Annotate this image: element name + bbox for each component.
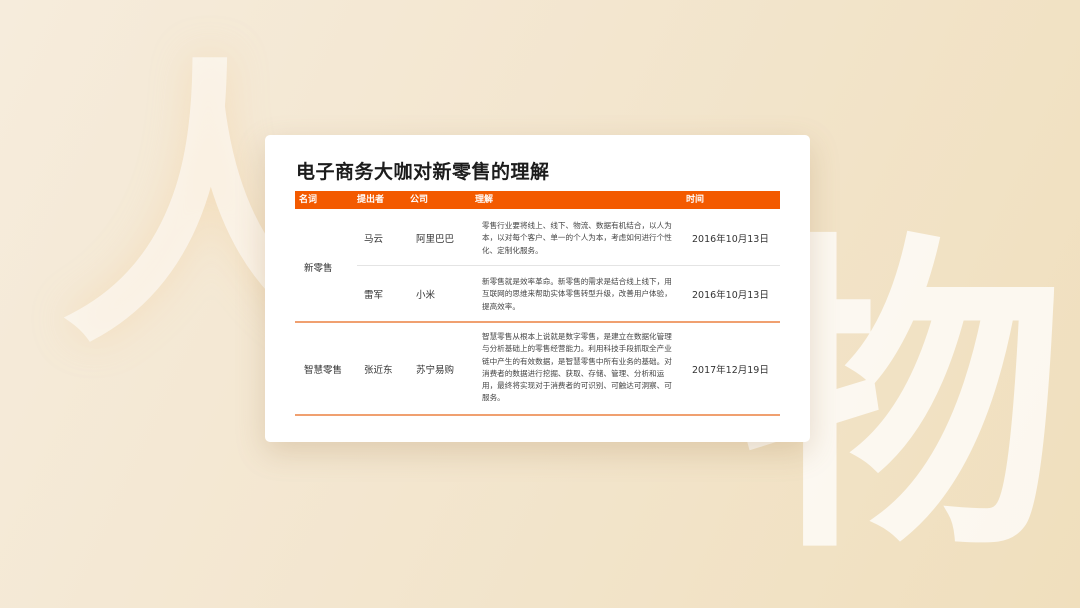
- header-time: 时间: [686, 195, 705, 205]
- table-header-row: 名词 提出者 公司 理解 时间: [295, 191, 780, 209]
- company-cell: 阿里巴巴: [416, 234, 455, 245]
- table-bottom-border: [295, 414, 780, 416]
- understanding-cell: 零售行业要将线上、线下、物流、数据有机结合，以人为本，以对每个客户、单一的个人为…: [482, 221, 672, 255]
- proposer-cell: 雷军: [364, 290, 384, 301]
- company-cell: 苏宁易购: [416, 365, 455, 376]
- term-cell: 新零售: [304, 263, 333, 274]
- proposer-cell: 马云: [364, 234, 384, 245]
- understanding-cell: 新零售就是效率革命。新零售的需求是结合线上线下，用互联网的思维来帮助实体零售转型…: [482, 277, 672, 311]
- header-proposer: 提出者: [357, 195, 385, 205]
- time-cell: 2017年12月19日: [692, 365, 769, 376]
- header-understanding: 理解: [475, 195, 494, 205]
- group-divider: [295, 321, 780, 323]
- header-term: 名词: [299, 195, 318, 205]
- time-cell: 2016年10月13日: [692, 234, 769, 245]
- row-divider: [357, 265, 780, 266]
- card-title: 电子商务大咖对新零售的理解: [296, 161, 550, 183]
- understanding-cell: 智慧零售从根本上说就是数字零售，是建立在数据化管理与分析基础上的零售经营能力。利…: [482, 332, 672, 403]
- proposer-cell: 张近东: [364, 365, 393, 376]
- header-company: 公司: [410, 195, 429, 205]
- term-cell: 智慧零售: [304, 365, 343, 376]
- company-cell: 小米: [416, 290, 436, 301]
- time-cell: 2016年10月13日: [692, 290, 769, 301]
- content-card: 电子商务大咖对新零售的理解 名词 提出者 公司 理解 时间 新零售 马云 阿里巴…: [265, 135, 810, 442]
